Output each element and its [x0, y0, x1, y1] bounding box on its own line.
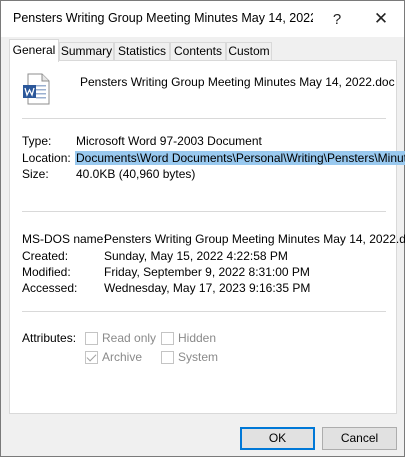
divider — [22, 118, 386, 119]
tab-summary[interactable]: Summary — [59, 42, 114, 61]
window-title: Pensters Writing Group Meeting Minutes M… — [13, 11, 313, 25]
cancel-button[interactable]: Cancel — [322, 427, 397, 450]
size-value: 40.0KB (40,960 bytes) — [76, 167, 196, 181]
general-tab-panel: Pensters Writing Group Meeting Minutes M… — [9, 60, 405, 414]
modified-value: Friday, September 9, 2022 8:31:00 PM — [104, 265, 310, 279]
system-label: System — [178, 350, 219, 364]
archive-checkbox[interactable]: Archive — [85, 350, 142, 364]
title-bar: Pensters Writing Group Meeting Minutes M… — [1, 1, 404, 37]
tab-custom[interactable]: Custom — [226, 42, 272, 61]
msdos-name-value: Pensters Writing Group Meeting Minutes M… — [104, 232, 405, 246]
type-value: Microsoft Word 97-2003 Document — [76, 134, 262, 148]
accessed-label: Accessed: — [22, 281, 78, 295]
divider — [22, 211, 386, 212]
system-checkbox[interactable]: System — [161, 350, 218, 364]
ok-button[interactable]: OK — [240, 427, 315, 450]
file-name[interactable]: Pensters Writing Group Meeting Minutes M… — [80, 75, 395, 89]
archive-label: Archive — [102, 350, 143, 364]
tab-general[interactable]: General — [9, 39, 59, 62]
hidden-checkbox[interactable]: Hidden — [161, 331, 216, 345]
accessed-value: Wednesday, May 17, 2023 9:16:35 PM — [104, 281, 311, 295]
read-only-label: Read only — [102, 331, 157, 345]
type-label: Type: — [22, 134, 52, 148]
archive-checkbox-box[interactable] — [85, 350, 98, 364]
divider — [22, 311, 386, 312]
hidden-label: Hidden — [178, 331, 217, 345]
size-label: Size: — [22, 167, 49, 181]
close-button[interactable]: ✕ — [359, 1, 403, 37]
help-button[interactable]: ? — [315, 1, 359, 37]
tab-contents[interactable]: Contents — [170, 42, 226, 61]
created-value: Sunday, May 15, 2022 4:22:58 PM — [104, 249, 288, 263]
location-label: Location: — [22, 151, 71, 165]
hidden-checkbox-box[interactable] — [161, 331, 174, 345]
modified-label: Modified: — [22, 265, 71, 279]
word-document-icon — [23, 73, 50, 105]
read-only-checkbox-box[interactable] — [85, 331, 98, 345]
system-checkbox-box[interactable] — [161, 350, 174, 364]
created-label: Created: — [22, 249, 69, 263]
attributes-label: Attributes: — [22, 331, 77, 345]
read-only-checkbox[interactable]: Read only — [85, 331, 156, 345]
location-value[interactable]: Documents\Word Documents\Personal\Writin… — [75, 151, 405, 165]
msdos-name-label: MS-DOS name: — [22, 232, 107, 246]
properties-dialog: Pensters Writing Group Meeting Minutes M… — [0, 0, 405, 457]
tab-statistics[interactable]: Statistics — [114, 42, 170, 61]
